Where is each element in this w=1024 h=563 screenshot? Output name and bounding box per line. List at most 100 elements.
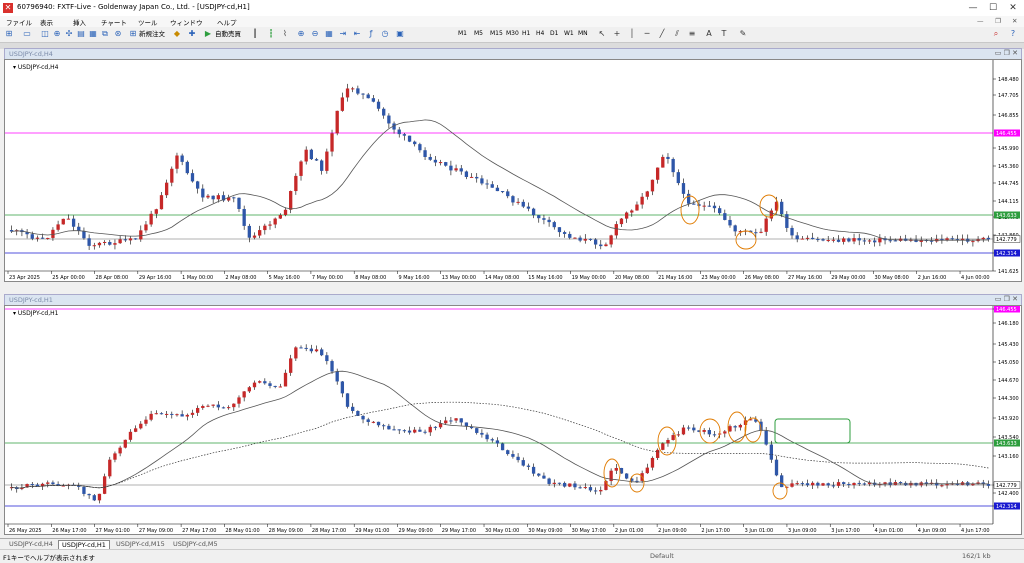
time-label: 29 May 09:00 [398, 528, 432, 534]
zoom-out-icon[interactable]: ⊖ [310, 29, 320, 39]
tf-m30[interactable]: M30 [504, 29, 521, 39]
new-chart-icon[interactable]: ⊞ [4, 29, 14, 39]
time-label: 27 May 16:00 [788, 275, 822, 281]
h4-window-buttons[interactable]: ▭ ❐ ✕ [995, 49, 1018, 57]
candle [195, 405, 200, 416]
candle [521, 457, 525, 467]
crosshair-icon[interactable]: + [612, 29, 622, 39]
candle [929, 237, 934, 245]
candle [723, 430, 727, 438]
zoom-window-icon[interactable]: ⧉ [100, 29, 110, 39]
candle-body [686, 427, 691, 429]
close-icon[interactable]: ✕ [1006, 2, 1020, 14]
candle [149, 210, 153, 227]
minimize-icon[interactable]: — [966, 2, 980, 14]
horizontal-line-icon[interactable]: ─ [642, 29, 652, 39]
candle [516, 453, 520, 463]
help-icon[interactable]: ? [1008, 29, 1018, 39]
menu-help[interactable]: ヘルプ [217, 17, 237, 27]
moving-average-line [11, 370, 989, 489]
candle-body [82, 230, 86, 239]
vertical-line-icon[interactable]: │ [627, 29, 637, 39]
chart-h1[interactable]: ▾ USDJPY-cd,H1 146.455 146.180 145.430 145.0… [4, 305, 1022, 535]
candle-body [728, 426, 732, 432]
auto-trading-icon[interactable]: ▶ [203, 29, 213, 39]
menu-window[interactable]: ウィンドウ [170, 17, 203, 27]
arrows-tool-icon[interactable]: ✎ [738, 29, 748, 39]
tf-mn[interactable]: MN [576, 29, 590, 39]
candlestick-icon[interactable]: ┇ [266, 29, 276, 39]
chart-shift-icon[interactable]: ⇤ [352, 29, 362, 39]
tf-m15[interactable]: M15 [488, 29, 505, 39]
chart-h4[interactable]: ▾ USDJPY-cd,H4 148.480 147.705 146.855 145.9… [4, 59, 1022, 282]
tab-usdjpy-m15[interactable]: USDJPY-cd,M15 [113, 540, 168, 549]
search-icon[interactable]: ⌕ [991, 29, 1001, 39]
candle [676, 169, 680, 186]
tf-d1[interactable]: D1 [548, 29, 560, 39]
candle-body [878, 238, 882, 243]
candle [681, 424, 686, 436]
mdi-restore-icon[interactable]: ❐ [995, 17, 1001, 25]
menu-insert[interactable]: 挿入 [73, 17, 86, 27]
candle [175, 152, 179, 174]
tf-w1[interactable]: W1 [562, 29, 576, 39]
mdi-minimize-icon[interactable]: — [977, 17, 984, 25]
candle [397, 126, 401, 138]
history-icon[interactable]: ⊛ [113, 29, 123, 39]
period-icon[interactable]: ◷ [380, 29, 390, 39]
channel-icon[interactable]: ⫽ [672, 29, 682, 39]
templates-icon[interactable]: ▣ [395, 29, 405, 39]
candle [795, 232, 799, 243]
candle [418, 142, 422, 153]
navigator-icon[interactable]: ✣ [64, 29, 74, 39]
expert-icon[interactable]: ◆ [172, 29, 182, 39]
line-chart-icon[interactable]: ⌇ [280, 29, 290, 39]
candle [211, 404, 215, 408]
candle [325, 352, 329, 365]
tab-usdjpy-m5[interactable]: USDJPY-cd,M5 [170, 540, 221, 549]
maximize-icon[interactable]: ☐ [986, 2, 1000, 14]
menu-view[interactable]: 表示 [40, 17, 53, 27]
tf-h4[interactable]: H4 [534, 29, 546, 39]
bar-chart-icon[interactable]: ┃ [250, 29, 260, 39]
tf-m1[interactable]: M1 [456, 29, 469, 39]
menu-tools[interactable]: ツール [138, 17, 158, 27]
tab-usdjpy-h4[interactable]: USDJPY-cd,H4 [6, 540, 56, 549]
candle [650, 456, 655, 471]
candle-body [340, 97, 345, 111]
menu-file[interactable]: ファイル [6, 17, 32, 27]
new-order-icon[interactable]: ⊞ [128, 29, 138, 39]
autoscroll-icon[interactable]: ⇥ [338, 29, 348, 39]
data-window-icon[interactable]: ⊕ [52, 29, 62, 39]
terminal-icon[interactable]: ▤ [76, 29, 86, 39]
trendline-icon[interactable]: ╱ [657, 29, 667, 39]
h1-window-buttons[interactable]: ▭ ❐ ✕ [995, 295, 1018, 303]
indicators-icon[interactable]: ƒ [366, 29, 376, 39]
fibonacci-icon[interactable]: ≡ [687, 29, 697, 39]
candle-body [35, 237, 40, 239]
time-label: 29 May 01:00 [355, 528, 389, 534]
candle-body [216, 404, 220, 408]
menu-chart[interactable]: チャート [101, 17, 127, 27]
candle [573, 481, 577, 490]
zoom-in-icon[interactable]: ⊕ [296, 29, 306, 39]
candle [769, 208, 773, 222]
candle [459, 418, 463, 426]
text-tool-icon[interactable]: A [704, 29, 714, 39]
market-watch-icon[interactable]: ◫ [40, 29, 50, 39]
candle [852, 233, 856, 245]
candle [77, 482, 81, 490]
candle [619, 217, 624, 227]
mdi-close-icon[interactable]: ✕ [1012, 17, 1017, 25]
time-label: 4 Jun 01:00 [874, 528, 903, 534]
cursor-icon[interactable]: ↖ [597, 29, 607, 39]
auto-trading-button[interactable]: 自動売買 [215, 29, 241, 40]
label-tool-icon[interactable]: T [719, 29, 729, 39]
tester-icon[interactable]: ▦ [88, 29, 98, 39]
metaeditor-icon[interactable]: ✚ [187, 29, 197, 39]
new-order-button[interactable]: 新規注文 [139, 29, 165, 40]
tf-h1[interactable]: H1 [520, 29, 532, 39]
profiles-icon[interactable]: ▭ [22, 29, 32, 39]
tile-icon[interactable]: ▦ [324, 29, 334, 39]
tf-m5[interactable]: M5 [472, 29, 485, 39]
